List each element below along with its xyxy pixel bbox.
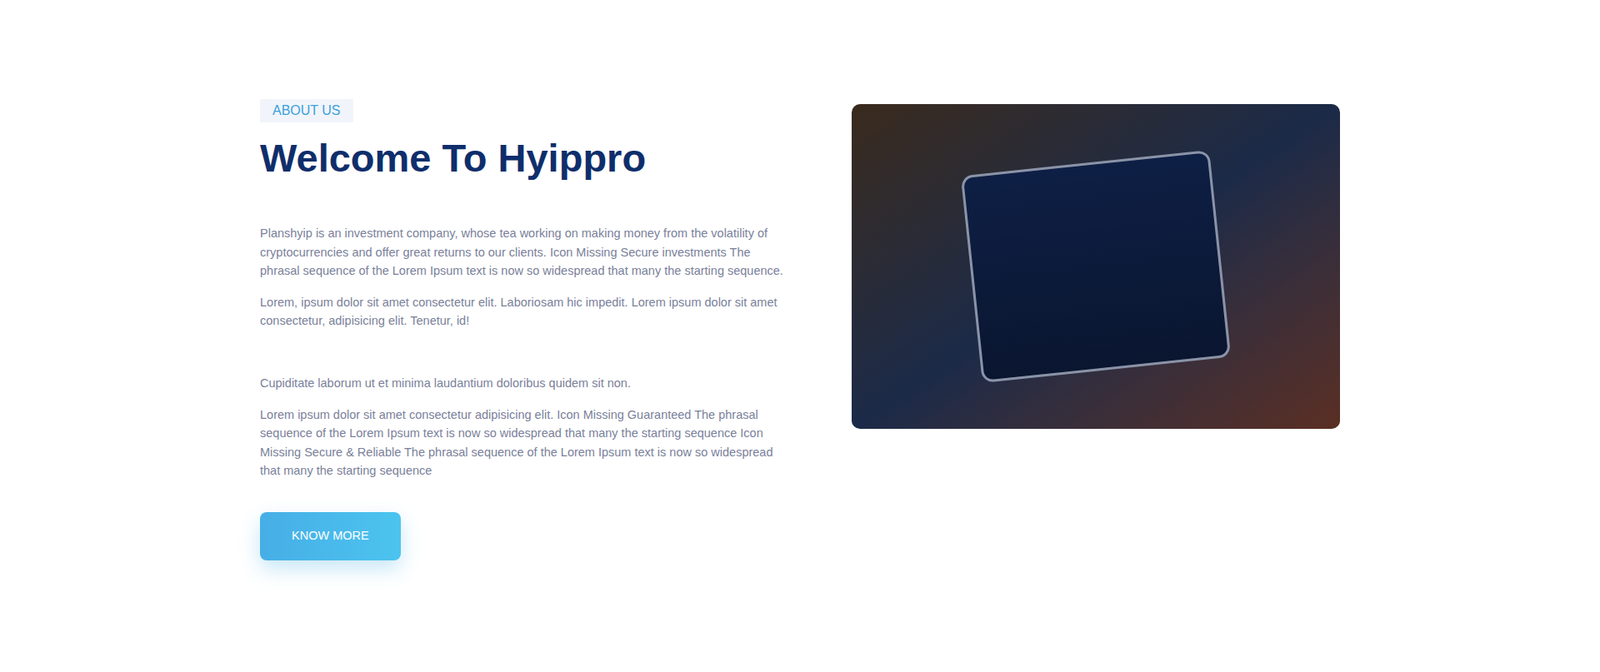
trading-photo (851, 104, 1340, 430)
body-paragraph: Planshyip is an investment company, whos… (260, 224, 785, 281)
section-heading: Welcome To Hyippro (260, 134, 646, 183)
about-page: ABOUT US Welcome To Hyippro Planshyip is a… (0, 0, 1600, 672)
about-text-column: ABOUT US Welcome To Hyippro Planshyip is a… (260, 99, 785, 561)
know-more-button[interactable]: KNOW MORE (260, 512, 401, 561)
section-badge: ABOUT US (260, 99, 354, 123)
about-section: ABOUT US Welcome To Hyippro Planshyip is a… (0, 0, 1600, 611)
paragraph-group: Planshyip is an investment company, whos… (260, 224, 785, 331)
paragraph-group: Cupiditate laborum ut et minima laudanti… (260, 374, 785, 481)
body-paragraph: Lorem, ipsum dolor sit amet consectetur … (260, 293, 785, 331)
body-paragraph: Cupiditate laborum ut et minima laudanti… (260, 374, 785, 394)
paragraph-groups: Planshyip is an investment company, whos… (260, 224, 785, 481)
body-paragraph: Lorem ipsum dolor sit amet consectetur a… (260, 405, 785, 481)
tablet-shape (960, 150, 1231, 384)
